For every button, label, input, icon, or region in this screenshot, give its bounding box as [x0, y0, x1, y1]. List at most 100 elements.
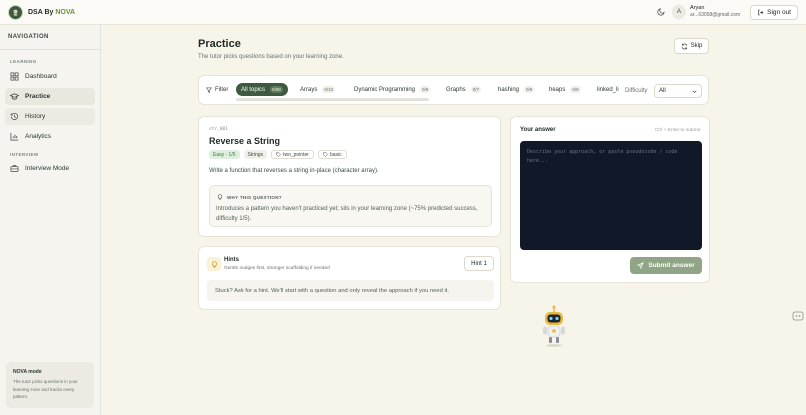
user-info: Aryan ar...63058@gmail.com: [690, 6, 740, 18]
briefcase-icon: [10, 165, 19, 173]
sidebar-item-dashboard[interactable]: Dashboard: [5, 68, 95, 85]
submit-answer-button[interactable]: Submit answer: [630, 257, 702, 274]
sidebar-item-analytics[interactable]: Analytics: [5, 128, 95, 145]
chip-hashing[interactable]: hashing 0/9: [493, 83, 539, 96]
tag-icon: [276, 152, 281, 157]
chip-label: hashing: [498, 86, 520, 93]
why-heading-text: WHY THIS QUESTION?: [227, 194, 282, 200]
brand-name: DSA By NOVA: [28, 8, 76, 16]
sidebar: NAVIGATION LEARNING Dashboard Practice H…: [0, 25, 101, 415]
chip-dynamic-programming[interactable]: Dynamic Programming 0/9: [349, 83, 435, 96]
history-icon: [10, 112, 18, 120]
hints-placeholder: Stuck? Ask for a hint. We'll start with …: [207, 280, 494, 301]
sidebar-item-interview-mode[interactable]: Interview Mode: [5, 160, 95, 177]
page-subtitle: The tutor picks questions based on your …: [198, 54, 344, 60]
chip-count: 0/9: [524, 86, 535, 93]
sidebar-item-label: Analytics: [25, 133, 52, 140]
submit-label: Submit answer: [648, 262, 695, 269]
bar-chart-icon: [10, 132, 19, 141]
question-title: Reverse a String: [209, 136, 281, 146]
sidebar-item-label: Dashboard: [25, 73, 57, 80]
graduation-cap-icon: [10, 93, 19, 100]
chip-label: Graphs: [446, 86, 466, 93]
sign-out-label: Sign out: [767, 8, 791, 16]
hints-title: Hints: [224, 257, 239, 263]
chip-count: 0/9: [420, 86, 431, 93]
difficulty-label: Difficulty: [625, 88, 648, 94]
topic-chips: All topics 0/88 Arrays 0/10 Dynamic Progra…: [235, 76, 625, 106]
filter-icon: [206, 87, 212, 93]
grid-icon: [10, 72, 19, 81]
filter-text: Filter: [215, 87, 229, 93]
chip-label: heaps: [549, 86, 566, 93]
question-tags: Easy · 1/5 Strings two_pointer basic: [209, 150, 351, 159]
lightbulb-icon: [217, 194, 223, 200]
sidebar-item-label: History: [25, 113, 46, 120]
why-text: Introduces a pattern you haven't practic…: [216, 206, 478, 222]
chip-count: 0/7: [470, 86, 481, 93]
answer-label: Your answer: [520, 127, 556, 133]
theme-toggle-moon-icon[interactable]: [653, 4, 669, 20]
chip-all-topics[interactable]: All topics 0/88: [236, 83, 288, 96]
why-heading: WHY THIS QUESTION?: [217, 194, 282, 200]
page-title: Practice: [198, 38, 241, 50]
difficulty-select[interactable]: All: [654, 84, 702, 98]
why-this-question-box: WHY THIS QUESTION? Introduces a pattern …: [209, 185, 492, 227]
tag-icon: [323, 152, 328, 157]
pattern-tag: basic: [317, 150, 347, 159]
chip-label: All topics: [241, 86, 266, 93]
question-id: str_001: [209, 127, 228, 132]
sidebar-item-practice[interactable]: Practice: [5, 88, 95, 105]
sign-out-button[interactable]: Sign out: [750, 4, 798, 20]
logout-icon: [758, 9, 764, 15]
chip-label: linked_li: [597, 86, 619, 93]
chip-count: 0/8: [570, 86, 581, 93]
chip-heaps[interactable]: heaps 0/8: [544, 83, 586, 96]
filter-label: Filter: [206, 87, 228, 93]
user-name: Aryan: [690, 5, 705, 12]
hint-1-button[interactable]: Hint 1: [464, 256, 494, 271]
avatar[interactable]: A: [672, 5, 687, 19]
tag-label: two_pointer: [283, 151, 309, 158]
difficulty-tag: Easy · 1/5: [209, 150, 240, 159]
chip-graphs[interactable]: Graphs 0/7: [441, 83, 486, 96]
question-card: str_001 Reverse a String Easy · 1/5 Stri…: [198, 116, 501, 237]
chip-linked-list[interactable]: linked_li: [592, 83, 624, 96]
robot-mascot-icon[interactable]: [538, 305, 570, 347]
chips-scrollbar[interactable]: [236, 98, 429, 101]
chevron-down-icon: [692, 90, 697, 93]
hints-subtitle: Gentle nudges first, stronger scaffoldin…: [224, 266, 330, 271]
sidebar-item-label: Interview Mode: [25, 165, 70, 172]
pattern-tag: two_pointer: [271, 150, 314, 159]
user-email: ar...63058@gmail.com: [690, 11, 741, 18]
chip-label: Dynamic Programming: [354, 86, 416, 93]
skip-button[interactable]: Skip: [674, 38, 709, 54]
sidebar-divider: [0, 49, 100, 50]
sidebar-item-history[interactable]: History: [5, 108, 95, 125]
lightbulb-icon: [207, 257, 221, 271]
difficulty-value: All: [659, 88, 666, 94]
mode-card-desc: The tutor picks questions in your learni…: [13, 379, 78, 399]
topic-tag: Strings: [243, 150, 268, 159]
chip-arrays[interactable]: Arrays 0/10: [295, 83, 340, 96]
answer-card: Your answer Ctrl + Enter to submit Submi…: [510, 116, 710, 283]
sidebar-title: NAVIGATION: [8, 34, 49, 40]
top-bar: DSA By NOVA A Aryan ar...63058@gmail.com…: [0, 0, 806, 25]
tag-label: basic: [329, 151, 342, 158]
mode-card-title: NOVA mode: [13, 369, 42, 375]
logo-icon: [8, 4, 23, 20]
refresh-icon: [681, 43, 687, 49]
filter-bar: Filter All topics 0/88 Arrays 0/10 Dynamic…: [198, 75, 709, 105]
chip-label: Arrays: [300, 86, 318, 93]
skip-label: Skip: [690, 43, 703, 49]
hints-card: Hints Gentle nudges first, stronger scaf…: [198, 246, 501, 310]
send-icon: [637, 262, 645, 269]
chip-count: 0/10: [322, 86, 336, 93]
chat-widget-icon[interactable]: [792, 310, 804, 322]
answer-textarea[interactable]: [520, 141, 702, 250]
question-description: Write a function that reverses a string …: [209, 168, 379, 174]
section-label-interview: INTERVIEW: [10, 152, 39, 157]
section-label-learning: LEARNING: [10, 59, 37, 64]
nova-mode-card: NOVA mode The tutor picks questions in y…: [6, 362, 94, 408]
sidebar-item-label: Practice: [25, 93, 51, 100]
